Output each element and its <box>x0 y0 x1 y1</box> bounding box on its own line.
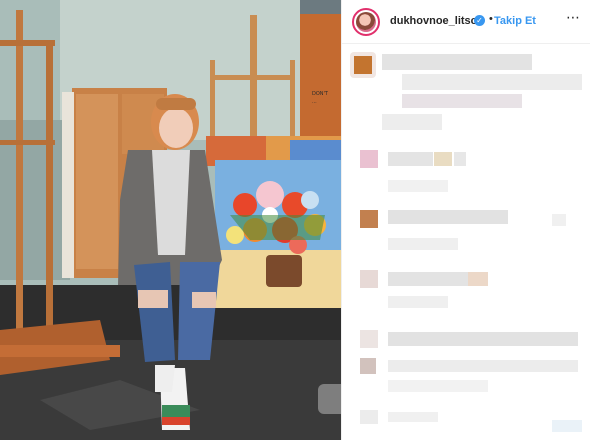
more-options-icon[interactable]: ⋯ <box>566 10 581 26</box>
post-header: dukhovnoe_litso ✓ • Takip Et ⋯ <box>342 0 590 44</box>
post-side-panel: dukhovnoe_litso ✓ • Takip Et ⋯ <box>341 0 590 440</box>
verified-badge-icon: ✓ <box>474 15 485 26</box>
svg-text:...: ... <box>312 99 317 105</box>
post-photo-illustration: DON'T ... <box>0 0 341 440</box>
svg-text:DON'T: DON'T <box>312 91 329 97</box>
comments-section <box>342 44 590 440</box>
follow-button[interactable]: Takip Et <box>494 15 536 27</box>
watermark-icon <box>318 384 341 414</box>
post-photo[interactable]: DON'T ... <box>0 0 341 440</box>
username-link[interactable]: dukhovnoe_litso <box>390 15 477 27</box>
user-avatar[interactable] <box>352 8 380 36</box>
header-separator: • <box>489 13 493 25</box>
